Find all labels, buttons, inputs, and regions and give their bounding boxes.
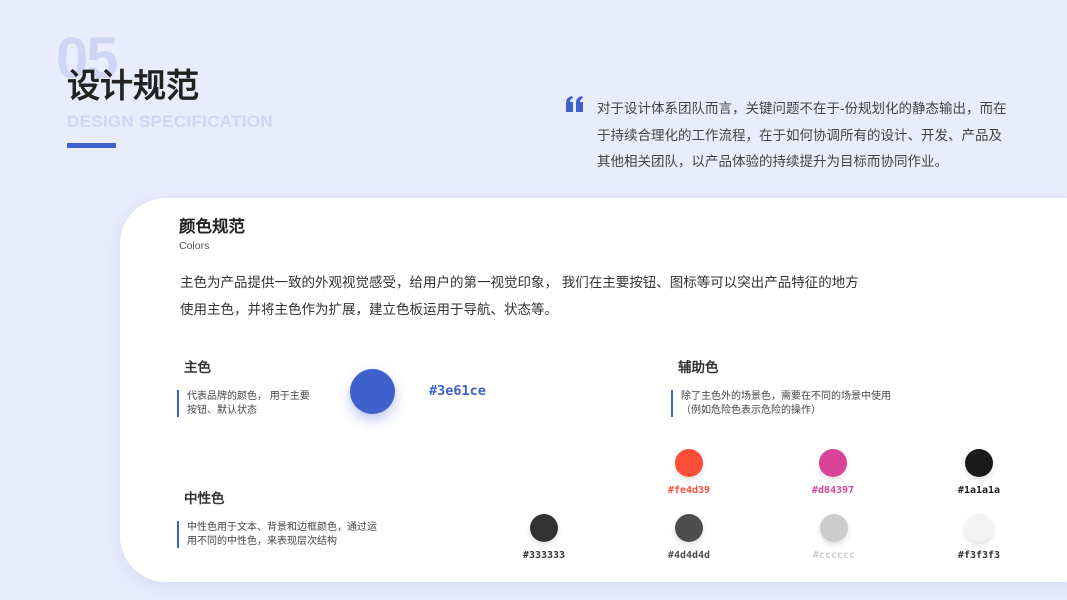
neutral-swatch: #4d4d4d xyxy=(639,514,739,562)
neutral-swatch: #333333 xyxy=(494,514,594,562)
secondary-color-label: 辅助色 xyxy=(678,360,719,375)
swatch-dot xyxy=(820,514,848,542)
page-subtitle: DESIGN SPECIFICATION xyxy=(67,112,273,131)
swatch-dot xyxy=(675,449,703,477)
swatch-dot xyxy=(819,449,847,477)
swatch-dot xyxy=(965,449,993,477)
swatch-dot xyxy=(530,514,558,542)
quote-text: 对于设计体系团队而言，关键问题不在于-份规划化的静态输出，而在于持续合理化的工作… xyxy=(597,101,1007,169)
swatch-dot xyxy=(675,514,703,542)
quote-mark-icon xyxy=(566,96,584,117)
swatch-hex: #fe4d39 xyxy=(667,485,711,496)
title-accent-bar xyxy=(67,143,116,148)
primary-color-swatch xyxy=(350,369,395,414)
neutral-swatch: #f3f3f3 xyxy=(929,514,1029,562)
swatch-hex: #1a1a1a xyxy=(957,485,1001,496)
primary-color-description: 代表品牌的颜色， 用于主要按钮、默认状态 xyxy=(177,390,311,417)
card-subtitle: Colors xyxy=(179,240,210,252)
neutral-swatch: #cccccc xyxy=(784,514,884,562)
secondary-swatch: #1a1a1a xyxy=(929,449,1029,497)
primary-color-label: 主色 xyxy=(184,360,211,375)
primary-color-hex: #3e61ce xyxy=(429,383,486,399)
neutral-color-description: 中性色用于文本、背景和边框颜色，通过运用不同的中性色，来表现层次结构 xyxy=(177,521,377,548)
swatch-hex: #cccccc xyxy=(812,550,856,561)
secondary-color-description: 除了主色外的场景色，需要在不同的场景中使用（例如危险色表示危险的操作） xyxy=(671,390,891,417)
swatch-hex: #d84397 xyxy=(811,485,855,496)
secondary-swatch: #d84397 xyxy=(783,449,883,497)
card-description: 主色为产品提供一致的外观视觉感受，给用户的第一视觉印象， 我们在主要按钮、图标等… xyxy=(180,275,859,317)
swatch-hex: #f3f3f3 xyxy=(957,550,1001,561)
swatch-hex: #333333 xyxy=(522,550,566,561)
secondary-swatch: #fe4d39 xyxy=(639,449,739,497)
neutral-color-label: 中性色 xyxy=(184,491,225,506)
swatch-dot xyxy=(965,514,993,542)
page-title: 设计规范 xyxy=(67,67,199,104)
card-title: 颜色规范 xyxy=(179,218,245,236)
swatch-hex: #4d4d4d xyxy=(667,550,711,561)
